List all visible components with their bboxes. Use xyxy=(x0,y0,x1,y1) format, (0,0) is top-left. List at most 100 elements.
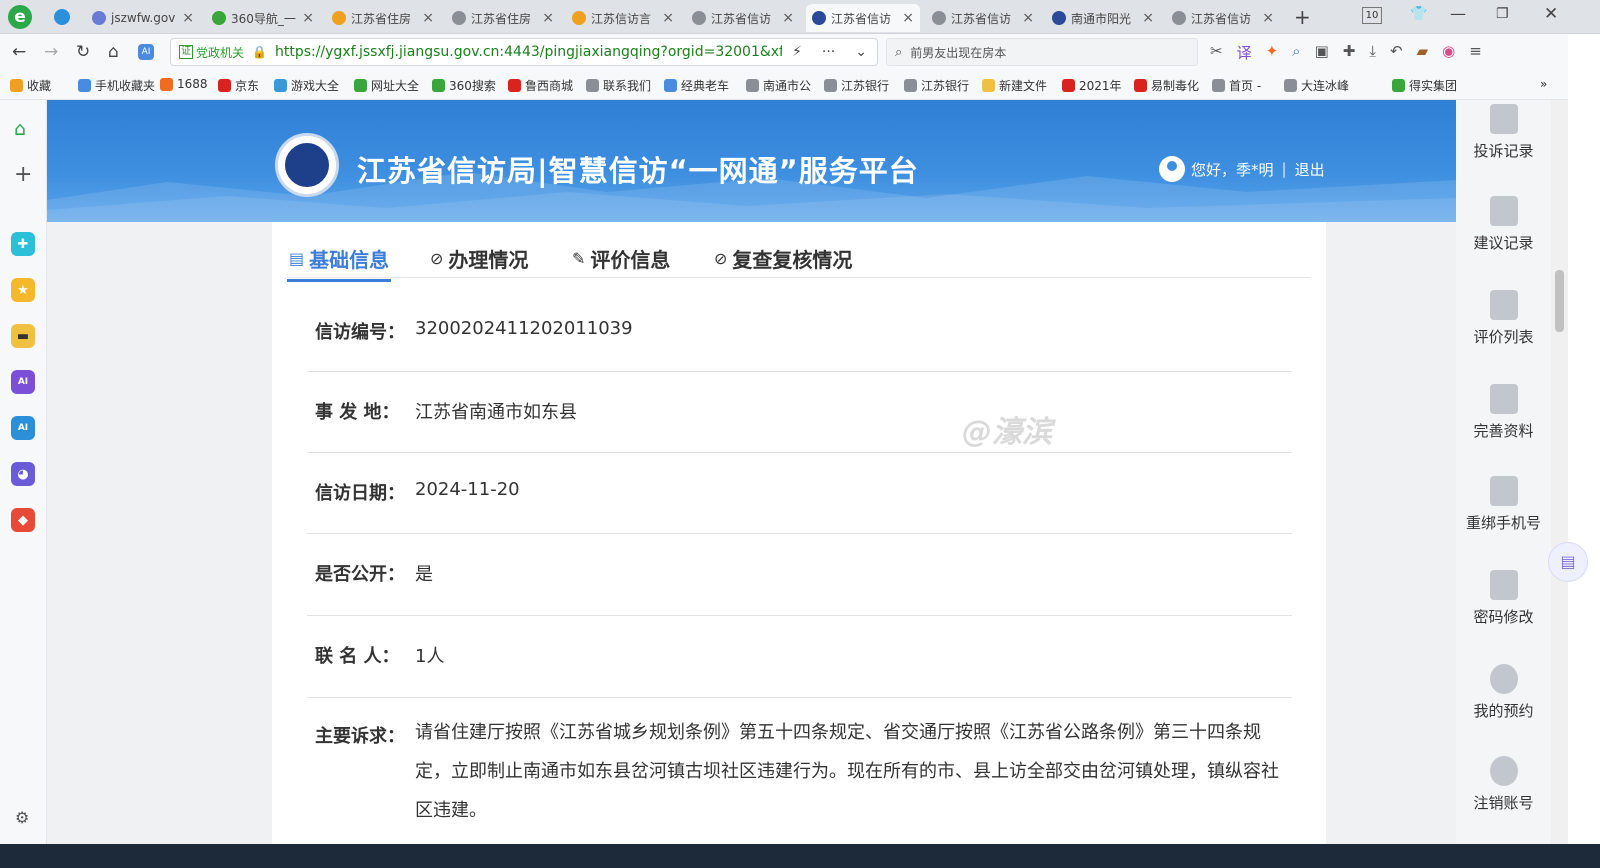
bookmark-item[interactable]: 1688 xyxy=(160,77,208,91)
browser-tab[interactable]: 江苏省信访 × xyxy=(686,4,800,32)
find-icon[interactable]: ⌕ xyxy=(1292,42,1300,63)
tab-close-icon[interactable]: × xyxy=(662,10,674,26)
bookmark-item[interactable]: 网址大全 xyxy=(354,77,419,94)
tab-detail-1[interactable]: ⊘ 办理情况 xyxy=(430,244,528,273)
back-icon[interactable]: ← xyxy=(12,42,26,62)
tab-count-badge[interactable]: 10 xyxy=(1362,7,1382,24)
browser-tab[interactable]: 360导航_一 × xyxy=(206,4,320,32)
extensions-icon[interactable]: ✚ xyxy=(1343,42,1356,63)
bookmark-item[interactable]: 鲁西商城 xyxy=(508,77,573,94)
more-icon[interactable]: ··· xyxy=(822,44,835,60)
browser-tab[interactable]: 江苏省信访 × xyxy=(926,4,1040,32)
url-text[interactable]: https://ygxf.jssxfj.jiangsu.gov.cn:4443/… xyxy=(275,44,782,60)
home-icon[interactable]: ⌂ xyxy=(108,42,119,62)
right-menu-item[interactable]: 重绑手机号 xyxy=(1456,476,1551,533)
right-menu-item[interactable]: 投诉记录 xyxy=(1456,104,1551,161)
browser-tab[interactable]: jszwfw.gov × xyxy=(86,4,200,32)
lightning-icon[interactable]: ⚡ xyxy=(792,44,802,60)
bookmark-item[interactable]: 南通市公 xyxy=(746,77,811,94)
tab-close-icon[interactable]: × xyxy=(182,10,194,26)
tab-close-icon[interactable]: × xyxy=(1262,10,1274,26)
menu-icon[interactable]: ≡ xyxy=(1469,42,1482,63)
bookmark-item[interactable]: 大连冰峰 xyxy=(1284,77,1349,94)
reload-icon[interactable]: ↻ xyxy=(76,42,90,62)
url-field[interactable]: 证党政机关 🔒 https://ygxf.jssxfj.jiangsu.gov.… xyxy=(170,38,878,66)
bookmark-item[interactable]: 京东 xyxy=(218,77,259,94)
tab-detail-3[interactable]: ⊘ 复查复核情况 xyxy=(714,244,852,273)
forward-icon[interactable]: → xyxy=(44,42,58,62)
bookmark-item[interactable]: 首页 - xyxy=(1212,77,1261,94)
search-field[interactable]: ⌕ 前男友出现在房本 xyxy=(886,38,1198,66)
tab-close-icon[interactable]: × xyxy=(902,10,914,26)
sidebar-ai-icon-1[interactable]: AI xyxy=(11,370,35,394)
browser-tab[interactable]: 江苏信访言 × xyxy=(566,4,680,32)
translate-icon[interactable]: 译 xyxy=(1237,42,1252,63)
browser-tab[interactable]: 江苏省信访 × xyxy=(806,4,920,32)
shirt-icon[interactable]: 👕 xyxy=(1410,6,1427,22)
reader-icon[interactable]: ▣ xyxy=(1315,42,1329,63)
chevron-down-icon[interactable]: ⌄ xyxy=(855,44,867,60)
browser-tab[interactable]: 江苏省信访 × xyxy=(1166,4,1280,32)
sidebar-app-icon-1[interactable]: ✚ xyxy=(11,232,35,256)
sidebar-star-icon[interactable]: ★ xyxy=(11,278,35,302)
tab-close-icon[interactable]: × xyxy=(1142,10,1154,26)
tab-close-icon[interactable]: × xyxy=(422,10,434,26)
right-menu-item[interactable]: 密码修改 xyxy=(1456,570,1551,627)
right-menu-item[interactable]: 注销账号 xyxy=(1456,756,1551,813)
bookmark-item[interactable]: 江苏银行 xyxy=(904,77,969,94)
sidebar-bot-icon[interactable]: ◕ xyxy=(11,462,35,486)
bookmark-item[interactable]: 2021年 xyxy=(1062,77,1122,94)
browser-tab[interactable]: 江苏省住房 × xyxy=(446,4,560,32)
bookmark-item[interactable]: 联系我们 xyxy=(586,77,651,94)
tab-close-icon[interactable]: × xyxy=(1022,10,1034,26)
sidebar-gamepad-icon[interactable]: ◆ xyxy=(11,508,35,532)
browser-logo-icon: e xyxy=(8,5,32,29)
logout-link[interactable]: 退出 xyxy=(1295,159,1325,180)
bookmark-item[interactable]: 收藏 xyxy=(10,77,51,94)
tab-close-icon[interactable]: × xyxy=(302,10,314,26)
undo-icon[interactable]: ↶ xyxy=(1390,42,1403,63)
bookmark-item[interactable]: 手机收藏夹 xyxy=(78,77,155,94)
download-icon[interactable]: ⤓ xyxy=(1369,42,1376,63)
right-menu-item[interactable]: 我的预约 xyxy=(1456,664,1551,721)
bookmark-item[interactable]: 经典老车 xyxy=(664,77,729,94)
minimize-button[interactable]: — xyxy=(1450,4,1466,23)
bookmark-item[interactable]: 游戏大全 xyxy=(274,77,339,94)
sidebar-home-icon[interactable]: ⌂ xyxy=(14,118,26,140)
telegram-tab-icon[interactable] xyxy=(54,9,70,25)
tab-detail-2[interactable]: ✎ 评价信息 xyxy=(572,244,670,273)
toolbar-icons: ✂ 译 ✦ ⌕ ▣ ✚ ⤓ ↶ ▰ ◉ ≡ xyxy=(1210,42,1482,63)
tab-close-icon[interactable]: × xyxy=(782,10,794,26)
tab-detail-0[interactable]: ▤ 基础信息 xyxy=(286,244,392,282)
bookmark-item[interactable]: 360搜索 xyxy=(432,77,496,94)
restore-button[interactable]: ❐ xyxy=(1496,6,1509,22)
page-scrollbar[interactable] xyxy=(1551,100,1568,844)
tab-close-icon[interactable]: × xyxy=(542,10,554,26)
close-window-button[interactable]: ✕ xyxy=(1544,4,1558,24)
bookmark-item[interactable]: 得实集团 xyxy=(1392,77,1457,94)
bookmarks-more-icon[interactable]: » xyxy=(1540,77,1547,91)
profile-icon[interactable]: ◉ xyxy=(1442,42,1455,63)
bookmark-label: 手机收藏夹 xyxy=(95,79,156,93)
bookmark-label: 江苏银行 xyxy=(921,79,970,93)
wallet-icon[interactable]: ▰ xyxy=(1417,42,1429,63)
scrollbar-thumb[interactable] xyxy=(1555,270,1564,332)
search-text[interactable]: 前男友出现在房本 xyxy=(910,44,1006,61)
bookmark-item[interactable]: 新建文件 xyxy=(982,77,1047,94)
right-menu-item[interactable]: 建议记录 xyxy=(1456,196,1551,253)
right-menu-item[interactable]: 完善资料 xyxy=(1456,384,1551,441)
float-chat-icon[interactable]: ▤ xyxy=(1548,542,1588,582)
new-tab-button[interactable]: + xyxy=(1294,5,1311,29)
sidebar-settings-icon[interactable]: ⚙ xyxy=(15,808,29,827)
ai-icon[interactable]: AI xyxy=(138,44,154,60)
right-menu-item[interactable]: 评价列表 xyxy=(1456,290,1551,347)
browser-tab[interactable]: 南通市阳光 × xyxy=(1046,4,1160,32)
sidebar-ai-icon-2[interactable]: AI xyxy=(11,416,35,440)
bookmark-item[interactable]: 江苏银行 xyxy=(824,77,889,94)
sidebar-chat-icon[interactable]: ▬ xyxy=(11,324,35,348)
game-icon[interactable]: ✦ xyxy=(1266,42,1279,63)
browser-tab[interactable]: 江苏省住房 × xyxy=(326,4,440,32)
bookmark-item[interactable]: 易制毒化 xyxy=(1134,77,1199,94)
scissors-icon[interactable]: ✂ xyxy=(1210,42,1223,63)
sidebar-add-icon[interactable]: + xyxy=(14,162,32,187)
